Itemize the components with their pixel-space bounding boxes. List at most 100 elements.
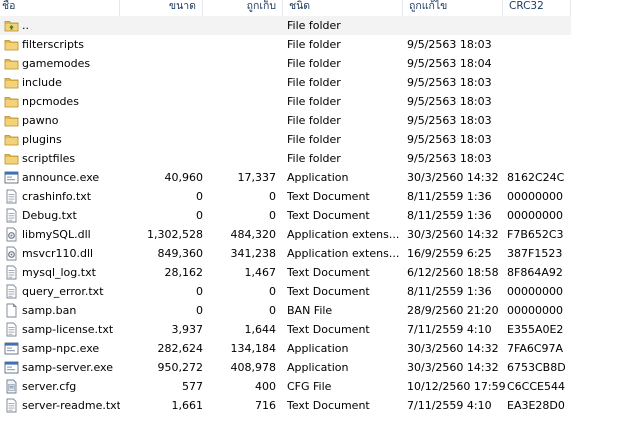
column-header-type[interactable]: ชนิด <box>283 0 403 16</box>
file-name: Debug.txt <box>22 209 77 222</box>
file-row[interactable]: announce.exe 40,960 17,337 Application 30/3/… <box>0 168 627 187</box>
dll-icon <box>4 227 19 242</box>
file-type: Text Document <box>287 190 370 203</box>
folder-icon <box>4 151 19 166</box>
file-modified: 8/11/2559 1:36 <box>407 190 492 203</box>
file-modified: 30/3/2560 14:32 <box>407 171 499 184</box>
file-packed <box>203 73 276 92</box>
file-row[interactable]: scriptfiles File folder 9/5/2563 18:03 <box>0 149 627 168</box>
column-header-modified[interactable]: ถูกแก้ไข <box>403 0 503 16</box>
file-packed: 134,184 <box>230 342 277 355</box>
folder-icon <box>4 75 19 90</box>
file-row[interactable]: server.cfg 577 400 CFG File 10/12/2560 17:59… <box>0 377 627 396</box>
file-crc: 8162C24C <box>507 171 565 184</box>
file-crc: F7B652C3 <box>507 228 564 241</box>
file-type: Application extens... <box>287 247 400 260</box>
file-crc: 6753CB8D <box>507 361 566 374</box>
file-name: include <box>22 76 62 89</box>
file-name: announce.exe <box>22 171 100 184</box>
file-packed <box>203 92 276 111</box>
file-row[interactable]: gamemodes File folder 9/5/2563 18:04 <box>0 54 627 73</box>
file-crc <box>507 149 571 168</box>
file-size: 40,960 <box>164 171 204 184</box>
file-row[interactable]: samp-npc.exe 282,624 134,184 Application 30/… <box>0 339 627 358</box>
file-modified: 9/5/2563 18:03 <box>407 76 492 89</box>
file-packed <box>203 130 276 149</box>
file-size: 577 <box>182 380 203 393</box>
file-size: 282,624 <box>157 342 204 355</box>
file-size <box>120 54 203 73</box>
folder-up-icon <box>4 18 19 33</box>
file-name: crashinfo.txt <box>22 190 92 203</box>
folder-icon <box>4 37 19 52</box>
file-row[interactable]: samp-license.txt 3,937 1,644 Text Document 7… <box>0 320 627 339</box>
file-type: File folder <box>287 152 341 165</box>
text-document-icon <box>4 284 19 299</box>
file-row[interactable]: .. File folder <box>0 16 627 35</box>
file-row[interactable]: samp.ban 0 0 BAN File 28/9/2560 21:20 0000000… <box>0 301 627 320</box>
file-size: 0 <box>196 285 203 298</box>
folder-icon <box>4 132 19 147</box>
file-crc: 8F864A92 <box>507 266 563 279</box>
file-row[interactable]: server-readme.txt 1,661 716 Text Document 7/… <box>0 396 627 415</box>
file-modified: 7/11/2559 4:10 <box>407 323 492 336</box>
file-size: 1,302,528 <box>147 228 203 241</box>
file-packed: 341,238 <box>230 247 277 260</box>
file-row[interactable]: Debug.txt 0 0 Text Document 8/11/2559 1:36 00… <box>0 206 627 225</box>
file-row[interactable]: msvcr110.dll 849,360 341,238 Application ex… <box>0 244 627 263</box>
file-row[interactable]: npcmodes File folder 9/5/2563 18:03 <box>0 92 627 111</box>
text-document-icon <box>4 189 19 204</box>
file-size <box>120 35 203 54</box>
file-name: msvcr110.dll <box>22 247 94 260</box>
file-row[interactable]: plugins File folder 9/5/2563 18:03 <box>0 130 627 149</box>
file-crc: 387F1523 <box>507 247 563 260</box>
file-crc <box>507 35 571 54</box>
file-packed: 0 <box>269 285 276 298</box>
column-header-name[interactable]: ชื่อ <box>0 0 120 16</box>
file-packed: 1,644 <box>244 323 277 336</box>
file-row[interactable]: crashinfo.txt 0 0 Text Document 8/11/2559 1:… <box>0 187 627 206</box>
file-size: 0 <box>196 209 203 222</box>
file-crc <box>507 130 571 149</box>
file-row[interactable]: libmySQL.dll 1,302,528 484,320 Application … <box>0 225 627 244</box>
file-crc: 7FA6C97A <box>507 342 564 355</box>
dll-icon <box>4 246 19 261</box>
file-name: server-readme.txt <box>22 399 120 412</box>
text-document-icon <box>4 265 19 280</box>
file-packed: 17,337 <box>237 171 277 184</box>
file-packed: 408,978 <box>230 361 277 374</box>
file-packed: 716 <box>255 399 276 412</box>
file-row[interactable]: query_error.txt 0 0 Text Document 8/11/2559 … <box>0 282 627 301</box>
file-row[interactable]: samp-server.exe 950,272 408,978 Application… <box>0 358 627 377</box>
file-crc: C6CCE544 <box>507 380 565 393</box>
file-list: .. File folder filterscripts File folder 9/5… <box>0 16 627 415</box>
text-document-icon <box>4 322 19 337</box>
file-row[interactable]: pawno File folder 9/5/2563 18:03 <box>0 111 627 130</box>
file-type: Application extens... <box>287 228 400 241</box>
file-type: BAN File <box>287 304 333 317</box>
file-type: File folder <box>287 76 341 89</box>
file-modified: 7/11/2559 4:10 <box>407 399 492 412</box>
file-name: plugins <box>22 133 62 146</box>
file-packed <box>203 54 276 73</box>
file-crc: 00000000 <box>507 285 563 298</box>
file-crc <box>507 54 571 73</box>
text-document-icon <box>4 398 19 413</box>
file-modified: 9/5/2563 18:03 <box>407 133 492 146</box>
file-name: gamemodes <box>22 57 91 70</box>
file-size: 28,162 <box>164 266 204 279</box>
folder-icon <box>4 94 19 109</box>
file-row[interactable]: include File folder 9/5/2563 18:03 <box>0 73 627 92</box>
column-header-crc[interactable]: CRC32 <box>503 0 571 16</box>
file-type: CFG File <box>287 380 332 393</box>
column-header-size[interactable]: ขนาด <box>120 0 203 16</box>
file-crc: 00000000 <box>507 190 563 203</box>
file-type: Text Document <box>287 323 370 336</box>
file-row[interactable]: filterscripts File folder 9/5/2563 18:03 <box>0 35 627 54</box>
file-crc: EA3E28D0 <box>507 399 565 412</box>
file-size: 3,937 <box>171 323 204 336</box>
file-modified: 9/5/2563 18:03 <box>407 95 492 108</box>
column-header-packed[interactable]: ถูกเก็บ <box>203 0 283 16</box>
file-row[interactable]: mysql_log.txt 28,162 1,467 Text Document 6/1… <box>0 263 627 282</box>
file-size <box>120 16 203 35</box>
